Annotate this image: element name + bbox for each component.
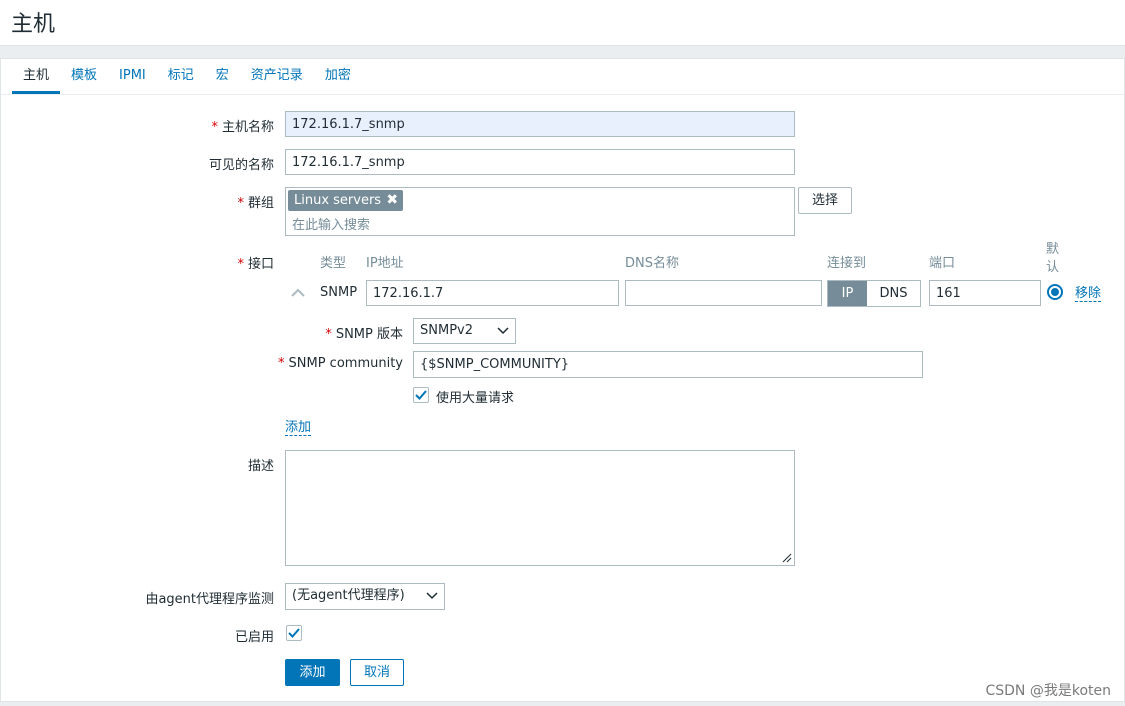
interface-port-input[interactable]	[929, 280, 1041, 306]
snmp-version-select[interactable]: SNMPv2	[413, 318, 516, 344]
tab-host[interactable]: 主机	[12, 59, 61, 94]
chevron-down-icon	[497, 320, 509, 351]
description-textarea[interactable]	[285, 450, 795, 566]
watermark: CSDN @我是koten	[985, 683, 1111, 699]
groups-search-placeholder[interactable]: 在此输入搜索	[292, 214, 370, 233]
checkmark-icon	[288, 628, 300, 638]
chevron-down-icon	[426, 585, 438, 616]
proxy-select[interactable]: (无agent代理程序)	[285, 583, 445, 610]
connect-dns-button[interactable]: DNS	[867, 281, 920, 306]
snmp-version-label: * SNMP 版本	[325, 327, 403, 342]
tab-templates[interactable]: 模板	[60, 59, 108, 94]
host-name-label: * 主机名称	[211, 120, 274, 135]
enabled-checkbox[interactable]	[286, 625, 302, 641]
snmp-community-input[interactable]	[413, 351, 923, 378]
tab-ipmi[interactable]: IPMI	[108, 59, 157, 94]
tab-divider	[1, 94, 1124, 95]
tab-tags[interactable]: 标记	[157, 59, 205, 94]
page-header: 主机	[0, 0, 1125, 46]
remove-tag-icon[interactable]: ✖	[386, 190, 398, 211]
groups-label: * 群组	[237, 196, 274, 211]
group-tag: Linux servers ✖	[288, 190, 404, 211]
tab-bar: 主机 模板 IPMI 标记 宏 资产记录 加密	[12, 59, 362, 94]
add-button[interactable]: 添加	[285, 659, 340, 686]
cancel-button[interactable]: 取消	[350, 659, 404, 686]
interface-dns-input[interactable]	[625, 280, 822, 306]
tab-macros[interactable]: 宏	[205, 59, 240, 94]
col-ip-header: IP地址	[366, 256, 404, 271]
radio-dot	[1051, 288, 1059, 296]
proxy-label: 由agent代理程序监测	[145, 592, 274, 607]
host-name-input[interactable]	[285, 111, 795, 137]
resize-handle-icon[interactable]	[782, 553, 792, 563]
select-groups-button[interactable]: 选择	[798, 187, 852, 214]
groups-multiselect[interactable]: Linux servers ✖ 在此输入搜索	[285, 187, 795, 236]
visible-name-input[interactable]	[285, 149, 795, 175]
tab-encryption[interactable]: 加密	[314, 59, 362, 94]
bulk-requests-checkbox[interactable]	[413, 387, 429, 403]
page-title: 主机	[11, 12, 56, 37]
remove-interface-link[interactable]: 移除	[1075, 286, 1102, 302]
connect-ip-button[interactable]: IP	[828, 281, 867, 306]
interface-type: SNMP	[320, 285, 358, 300]
visible-name-label: 可见的名称	[208, 158, 274, 173]
bulk-requests-label: 使用大量请求	[436, 391, 515, 406]
connect-to-toggle: IP DNS	[827, 280, 921, 307]
tab-inventory[interactable]: 资产记录	[240, 59, 314, 94]
description-label: 描述	[247, 459, 274, 474]
col-type-header: 类型	[320, 256, 347, 271]
snmp-community-label: * SNMP community	[278, 356, 403, 371]
enabled-label: 已启用	[234, 630, 274, 645]
chevron-up-icon[interactable]	[290, 286, 306, 298]
col-default-header: 默认	[1046, 242, 1060, 275]
interfaces-label: * 接口	[237, 257, 274, 272]
add-interface-link[interactable]: 添加	[285, 420, 312, 436]
checkmark-icon	[415, 390, 427, 400]
interface-ip-input[interactable]	[366, 280, 619, 306]
col-port-header: 端口	[929, 256, 956, 271]
default-interface-radio[interactable]	[1047, 284, 1063, 300]
col-dns-header: DNS名称	[625, 256, 679, 271]
col-connect-header: 连接到	[827, 256, 867, 271]
